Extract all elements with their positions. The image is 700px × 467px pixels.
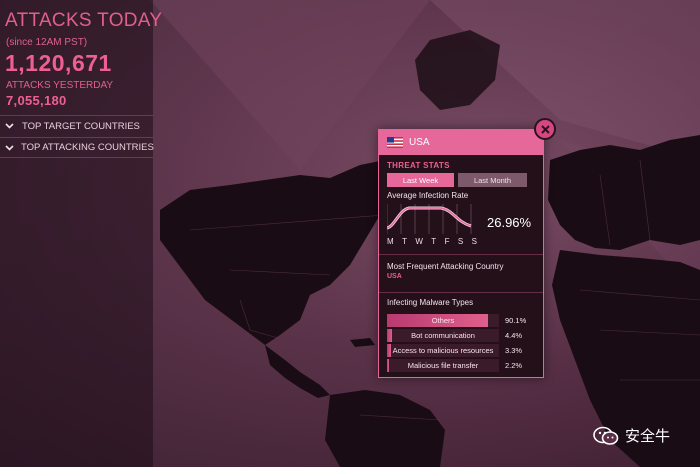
day-label: T xyxy=(402,237,407,246)
attacks-today-label: ATTACKS TODAY xyxy=(5,10,163,31)
tab-last-month[interactable]: Last Month xyxy=(458,173,527,187)
since-label: (since 12AM PST) xyxy=(6,37,88,48)
close-icon xyxy=(540,124,550,134)
day-label: F xyxy=(444,237,450,246)
top-target-countries-label: TOP TARGET COUNTRIES xyxy=(22,120,140,132)
malware-row: Bot communication 4.4% xyxy=(387,329,537,342)
stats-panel: ATTACKS TODAY (since 12AM PST) 1,120,671… xyxy=(0,0,162,467)
day-label: W xyxy=(415,237,423,246)
weekday-labels: M T W T F S S xyxy=(387,237,477,246)
frequent-attacker-value: USA xyxy=(387,273,402,280)
malware-row: Malicious file transfer 2.2% xyxy=(387,359,537,372)
malware-types-label: Infecting Malware Types xyxy=(387,298,474,307)
top-attacking-countries-label: TOP ATTACKING COUNTRIES xyxy=(21,142,154,153)
attacks-yesterday-label: ATTACKS YESTERDAY xyxy=(6,80,114,91)
malware-pct: 3.3% xyxy=(505,346,523,355)
malware-pct: 90.1% xyxy=(505,316,527,325)
popup-country-name: USA xyxy=(409,137,430,148)
chevron-down-icon xyxy=(5,143,14,153)
frequent-attacker-label: Most Frequent Attacking Country xyxy=(387,262,504,271)
malware-name: Access to malicious resources xyxy=(392,346,494,355)
us-flag-icon xyxy=(387,137,403,148)
divider xyxy=(379,254,543,255)
chevron-down-icon xyxy=(5,121,15,131)
top-attacking-countries-toggle[interactable]: TOP ATTACKING COUNTRIES xyxy=(0,137,154,158)
malware-row: Others 90.1% xyxy=(387,314,537,327)
tab-last-week[interactable]: Last Week xyxy=(387,173,454,187)
attacks-yesterday-value: 7,055,180 xyxy=(6,93,67,108)
malware-name: Malicious file transfer xyxy=(407,361,479,370)
attacks-today-value: 1,120,671 xyxy=(5,50,112,76)
infection-rate-value: 26.96% xyxy=(487,215,532,230)
day-label: T xyxy=(431,237,437,246)
close-button[interactable] xyxy=(534,118,556,140)
top-target-countries-toggle[interactable]: TOP TARGET COUNTRIES xyxy=(0,115,153,136)
threat-stats-label: THREAT STATS xyxy=(387,161,450,170)
popup-header: USA xyxy=(379,130,543,155)
malware-row: Access to malicious resources 3.3% xyxy=(387,344,537,357)
malware-pct: 2.2% xyxy=(505,361,523,370)
malware-name: Bot communication xyxy=(411,331,475,340)
watermark: 安全牛 xyxy=(593,425,670,446)
watermark-text: 安全牛 xyxy=(625,428,671,445)
malware-pct: 4.4% xyxy=(505,331,523,340)
day-label: M xyxy=(387,237,394,246)
day-label: S xyxy=(471,237,477,246)
divider xyxy=(379,292,543,293)
infection-rate-chart xyxy=(387,204,472,234)
wechat-icon xyxy=(593,426,619,445)
infection-rate-label: Average Infection Rate xyxy=(387,191,469,200)
day-label: S xyxy=(457,237,464,246)
country-threat-popup: USA THREAT STATS Last Week Last Month Av… xyxy=(378,118,556,378)
malware-name: Others xyxy=(431,316,455,325)
